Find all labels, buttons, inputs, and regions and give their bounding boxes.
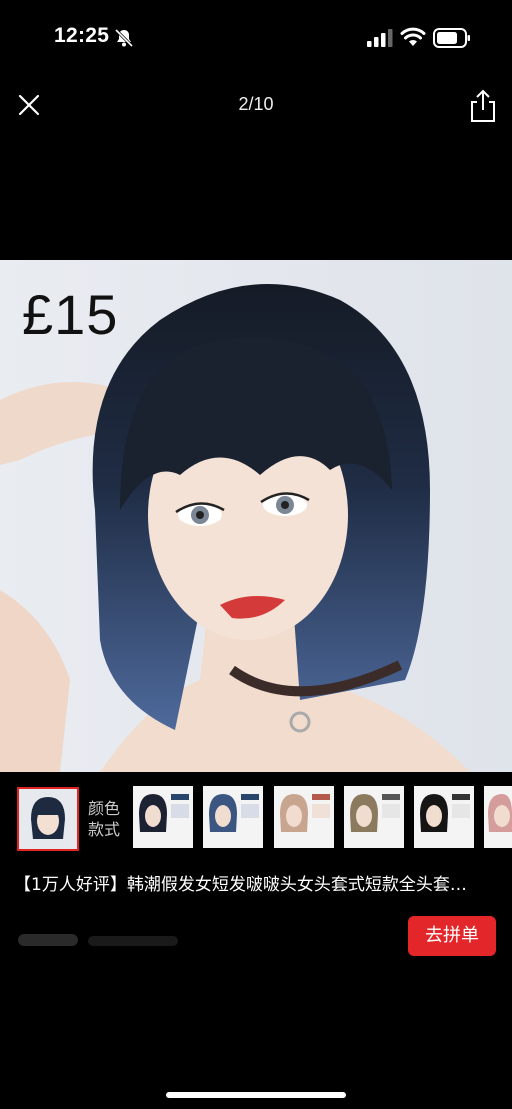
product-photo[interactable]: £15 bbox=[0, 260, 512, 772]
status-time: 12:25 bbox=[54, 24, 110, 47]
variant-thumb-1[interactable] bbox=[17, 787, 79, 851]
variant-label-line2: 款式 bbox=[88, 820, 121, 839]
group-buy-button[interactable]: 去拼单 bbox=[408, 916, 496, 956]
variant-thumb-5[interactable] bbox=[344, 786, 404, 848]
product-title[interactable]: 【1万人好评】韩潮假发女短发啵啵头女头套式短款全头套… bbox=[14, 870, 498, 895]
bell-muted-icon bbox=[114, 28, 134, 48]
variant-thumb-4[interactable] bbox=[274, 786, 334, 848]
wifi-icon bbox=[400, 27, 426, 46]
variant-thumb-2[interactable] bbox=[133, 786, 193, 848]
variant-thumb-3[interactable] bbox=[203, 786, 263, 848]
variant-thumb-6[interactable] bbox=[414, 786, 474, 848]
variant-label-line1: 颜色 bbox=[88, 799, 121, 818]
signal-icon bbox=[367, 29, 393, 47]
viewer-top-bar: 2/10 bbox=[0, 80, 512, 132]
home-indicator[interactable] bbox=[166, 1092, 346, 1098]
status-bar: 12:25 bbox=[0, 0, 512, 76]
page-counter: 2/10 bbox=[238, 94, 274, 114]
share-icon[interactable] bbox=[466, 88, 500, 124]
battery-icon bbox=[433, 28, 470, 48]
variant-thumb-7[interactable] bbox=[484, 786, 512, 848]
variant-strip: 颜色 款式 bbox=[0, 782, 512, 856]
variant-label: 颜色 款式 bbox=[88, 798, 120, 840]
price-info-blurred bbox=[18, 934, 178, 946]
price-tag: £15 bbox=[22, 283, 119, 346]
